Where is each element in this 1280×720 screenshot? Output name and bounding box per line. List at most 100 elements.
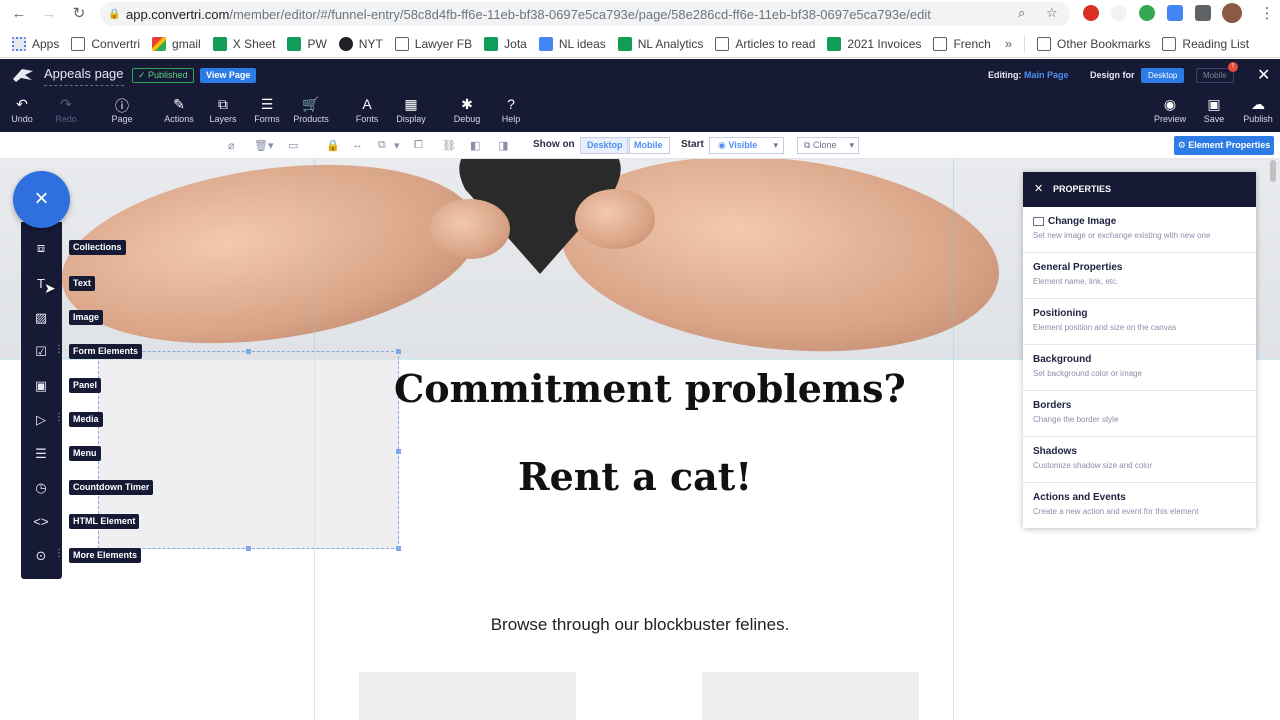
close-editor-icon[interactable]: ✕ <box>1257 65 1270 85</box>
bookmark-nl-ideas[interactable]: NL ideas <box>538 36 606 51</box>
chevron-down-icon[interactable]: ▾ <box>849 138 854 153</box>
debug-button[interactable]: ✱ Debug <box>445 96 489 124</box>
canvas-scrollbar[interactable] <box>1270 160 1276 182</box>
help-button[interactable]: ? Help <box>489 96 533 124</box>
stretch-icon[interactable]: ↔ <box>352 139 363 151</box>
palette-label-image[interactable]: Image <box>69 310 104 325</box>
arrange-icon[interactable]: ⧉ <box>378 139 386 152</box>
editing-page-link[interactable]: Main Page <box>1024 70 1069 80</box>
design-mobile-toggle[interactable]: Mobile <box>1196 68 1234 83</box>
prop-background[interactable]: Background Set background color or image <box>1023 345 1256 391</box>
prop-shadows[interactable]: Shadows Customize shadow size and color <box>1023 437 1256 483</box>
url-text[interactable]: app.convertri.com/member/editor/#/funnel… <box>126 7 931 22</box>
element-properties-button[interactable]: ⚙ Element Properties <box>1174 136 1274 155</box>
bookmark-gmail[interactable]: gmail <box>152 36 201 51</box>
close-properties-icon[interactable]: ✕ <box>1034 172 1043 207</box>
palette-label-media[interactable]: Media <box>69 412 103 427</box>
bookmark-lawyer-fb[interactable]: Lawyer FB <box>394 36 472 51</box>
bookmark-jota[interactable]: Jota <box>484 36 527 51</box>
lock-element-icon[interactable]: 🔒 <box>326 139 340 152</box>
prop-change-image[interactable]: Change Image Set new image or exchange e… <box>1023 207 1256 253</box>
headline-text[interactable]: Commitment problems? <box>394 366 906 411</box>
palette-html[interactable]: <> <box>21 511 62 533</box>
arrange-dropdown-icon[interactable]: ▾ <box>394 139 400 152</box>
palette-label-menu[interactable]: Menu <box>69 446 101 461</box>
forward-icon[interactable]: → <box>38 3 60 25</box>
show-on-mobile-toggle[interactable]: Mobile <box>627 137 670 154</box>
prop-positioning[interactable]: Positioning Element position and size on… <box>1023 299 1256 345</box>
kebab-menu-icon[interactable]: ⋮ <box>1256 3 1278 25</box>
bookmark-x-sheet[interactable]: X Sheet <box>212 36 275 51</box>
layers-button[interactable]: ⧉ Layers <box>201 96 245 124</box>
palette-form-elements[interactable]: ☑ ⋮ <box>21 341 64 363</box>
bookmark-other[interactable]: Other Bookmarks <box>1037 36 1150 51</box>
bookmark-invoices[interactable]: 2021 Invoices <box>827 36 921 51</box>
resize-handle[interactable] <box>246 546 251 551</box>
page-name[interactable]: Appeals page <box>44 66 124 86</box>
palette-collections[interactable]: ⧈ <box>21 237 62 259</box>
bring-front-icon[interactable]: ◧ <box>470 139 480 152</box>
prop-borders[interactable]: Borders Change the border style <box>1023 391 1256 437</box>
view-page-button[interactable]: View Page <box>200 68 257 83</box>
actions-button[interactable]: ✎ Actions <box>157 96 201 124</box>
send-back-icon[interactable]: ◨ <box>498 139 508 152</box>
link-icon[interactable]: ⛓ <box>442 139 456 152</box>
star-icon[interactable]: ☆ <box>1046 5 1058 21</box>
palette-more[interactable]: ⊙ ⋮ <box>21 545 64 567</box>
display-button[interactable]: ▦ Display <box>389 96 433 124</box>
bookmark-nl-analytics[interactable]: NL Analytics <box>617 36 703 51</box>
align-icon[interactable]: ▭ <box>288 139 298 152</box>
palette-countdown[interactable]: ◷ <box>21 477 62 499</box>
palette-panel[interactable]: ▣ <box>21 375 62 397</box>
forms-button[interactable]: ☰ Forms <box>245 96 289 124</box>
reading-list[interactable]: Reading List <box>1162 36 1249 51</box>
cat-card-2[interactable] <box>702 672 919 720</box>
cat-card-1[interactable] <box>359 672 576 720</box>
palette-label-panel[interactable]: Panel <box>69 378 102 393</box>
bookmark-french[interactable]: French <box>933 36 991 51</box>
subheadline-text[interactable]: Rent a cat! <box>400 454 870 499</box>
palette-image[interactable]: ▨ <box>21 307 62 329</box>
save-button[interactable]: ▣ Save <box>1192 96 1236 124</box>
page-button[interactable]: ⓘ Page <box>100 96 144 124</box>
delete-icon[interactable]: 🗑 <box>254 139 268 152</box>
palette-label-form-elements[interactable]: Form Elements <box>69 344 143 359</box>
close-palette-button[interactable]: × <box>13 171 70 228</box>
resize-handle[interactable] <box>396 349 401 354</box>
bookmark-convertri[interactable]: Convertri <box>71 36 140 51</box>
palette-label-collections[interactable]: Collections <box>69 240 126 255</box>
extension-grammarly-icon[interactable] <box>1139 5 1155 21</box>
show-on-desktop-toggle[interactable]: Desktop <box>580 137 630 154</box>
redo-button[interactable]: ↷ Redo <box>44 96 88 124</box>
bookmark-apps[interactable]: Apps <box>12 36 59 51</box>
browse-text[interactable]: Browse through our blockbuster felines. <box>340 615 940 635</box>
bookmarks-overflow-icon[interactable]: » <box>1005 36 1012 51</box>
bookmark-articles[interactable]: Articles to read <box>715 36 815 51</box>
bookmark-pw[interactable]: PW <box>287 36 327 51</box>
prop-actions-events[interactable]: Actions and Events Create a new action a… <box>1023 483 1256 529</box>
palette-label-html[interactable]: HTML Element <box>69 514 140 529</box>
prop-general[interactable]: General Properties Element name, link, e… <box>1023 253 1256 299</box>
resize-handle[interactable] <box>396 546 401 551</box>
extension-icon-2[interactable] <box>1167 5 1183 21</box>
products-button[interactable]: 🛒 Products <box>289 96 333 124</box>
unlink-icon[interactable]: ⌀ <box>228 139 235 152</box>
design-desktop-toggle[interactable]: Desktop <box>1141 68 1185 83</box>
delete-dropdown-icon[interactable]: ▾ <box>268 139 274 152</box>
selected-element[interactable] <box>98 349 401 551</box>
extension-icon[interactable] <box>1111 5 1127 21</box>
publish-button[interactable]: ☁ Publish <box>1236 96 1280 124</box>
bookmark-nyt[interactable]: NYT <box>338 36 383 51</box>
back-icon[interactable]: ← <box>8 3 30 25</box>
fonts-button[interactable]: A Fonts <box>345 96 389 124</box>
profile-avatar[interactable] <box>1222 3 1242 23</box>
clone-button[interactable]: ⧉ Clone ▾ <box>797 137 859 154</box>
reload-icon[interactable]: ↻ <box>68 3 90 25</box>
palette-label-text[interactable]: Text <box>69 276 95 291</box>
extension-opera-icon[interactable] <box>1083 5 1099 21</box>
puzzle-icon[interactable] <box>1195 5 1211 21</box>
palette-label-more[interactable]: More Elements <box>69 548 142 563</box>
convertri-logo-icon[interactable] <box>12 67 34 83</box>
palette-label-countdown[interactable]: Countdown Timer <box>69 480 154 495</box>
preview-button[interactable]: ◉ Preview <box>1148 96 1192 124</box>
